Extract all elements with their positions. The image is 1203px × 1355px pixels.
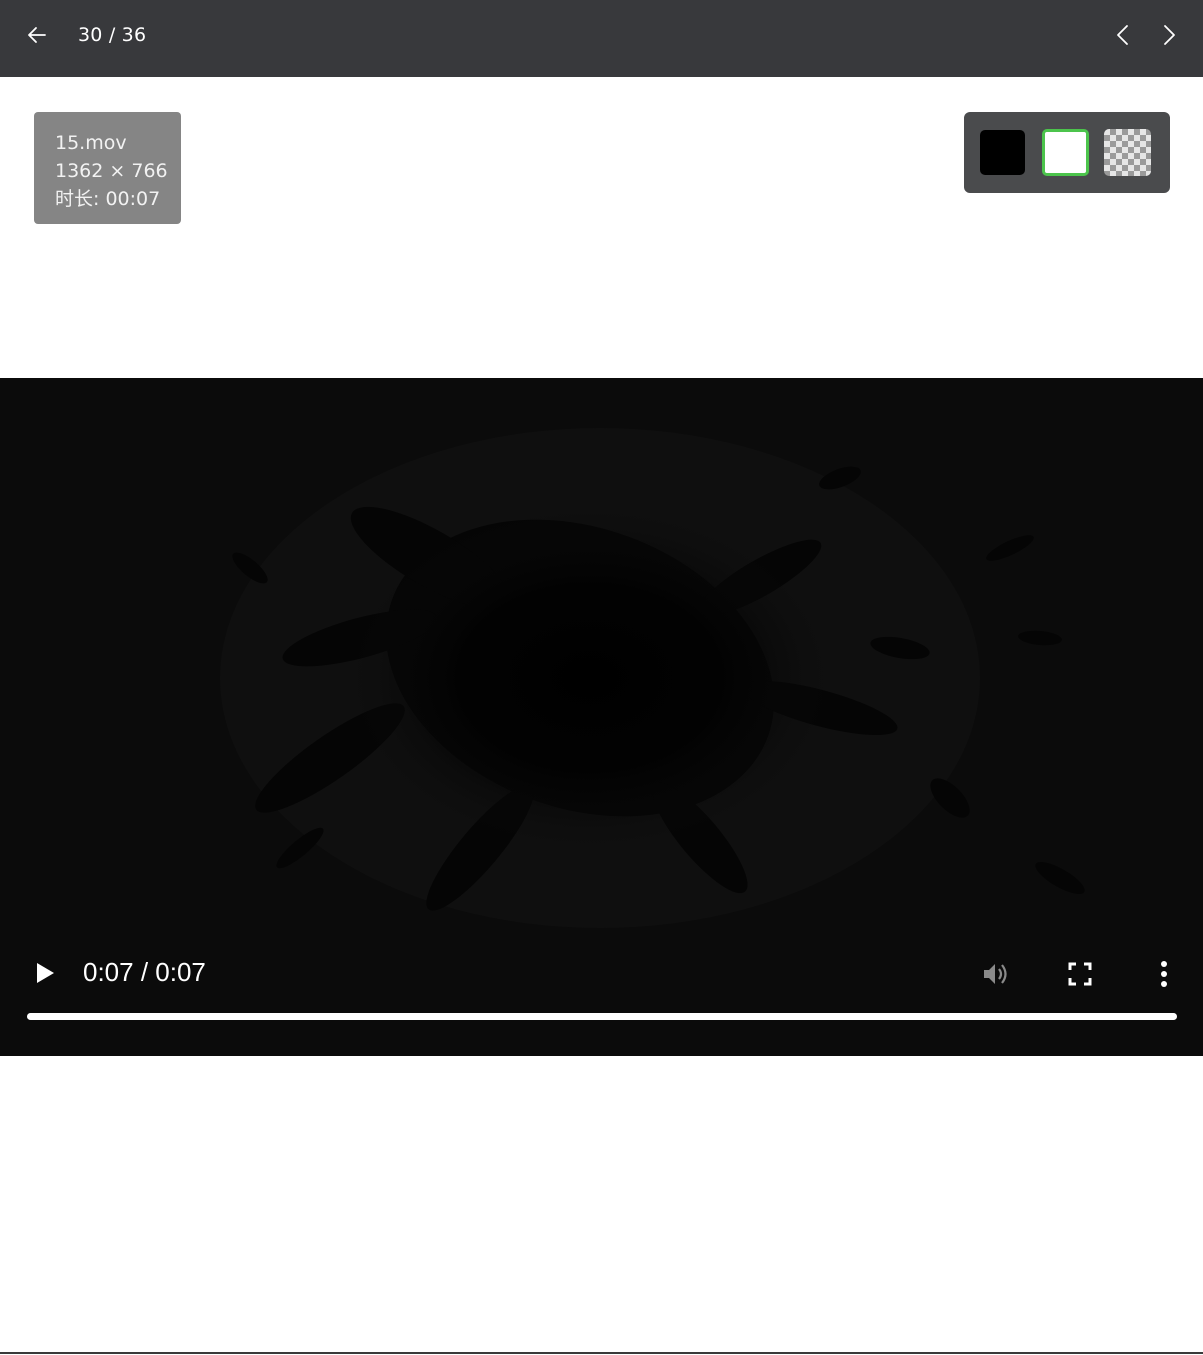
progress-fill [27,1013,1177,1020]
fullscreen-button[interactable] [1063,957,1097,991]
play-button[interactable] [30,958,60,988]
black-background-option[interactable] [980,130,1025,175]
video-controls: 0:07 / 0:07 [0,948,1203,1056]
transparent-background-option[interactable] [1104,129,1151,176]
previous-button[interactable] [1108,20,1138,50]
file-duration: 时长: 00:07 [55,188,161,210]
image-counter: 30 / 36 [78,24,147,46]
volume-icon [984,964,1007,984]
progress-bar[interactable] [27,1013,1177,1020]
white-background-option[interactable] [1042,129,1089,176]
file-info-card: 15.mov 1362 × 766 时长: 00:07 [34,112,181,224]
file-name: 15.mov [55,132,127,154]
viewer-header: 30 / 36 [0,0,1203,77]
file-dimensions: 1362 × 766 [55,160,168,182]
video-player[interactable]: 0:07 / 0:07 [0,378,1203,1056]
back-button[interactable] [22,20,52,50]
more-vertical-icon [1161,961,1167,987]
background-switcher [964,112,1170,193]
bottom-divider [0,1352,1203,1354]
fullscreen-icon [1068,962,1092,986]
next-button[interactable] [1154,20,1184,50]
play-icon [37,963,54,983]
more-options-button[interactable] [1147,957,1181,991]
chevron-left-icon [1117,25,1128,45]
time-display: 0:07 / 0:07 [83,957,206,987]
arrow-left-icon [28,27,46,43]
chevron-right-icon [1164,25,1175,45]
volume-button[interactable] [978,957,1012,991]
